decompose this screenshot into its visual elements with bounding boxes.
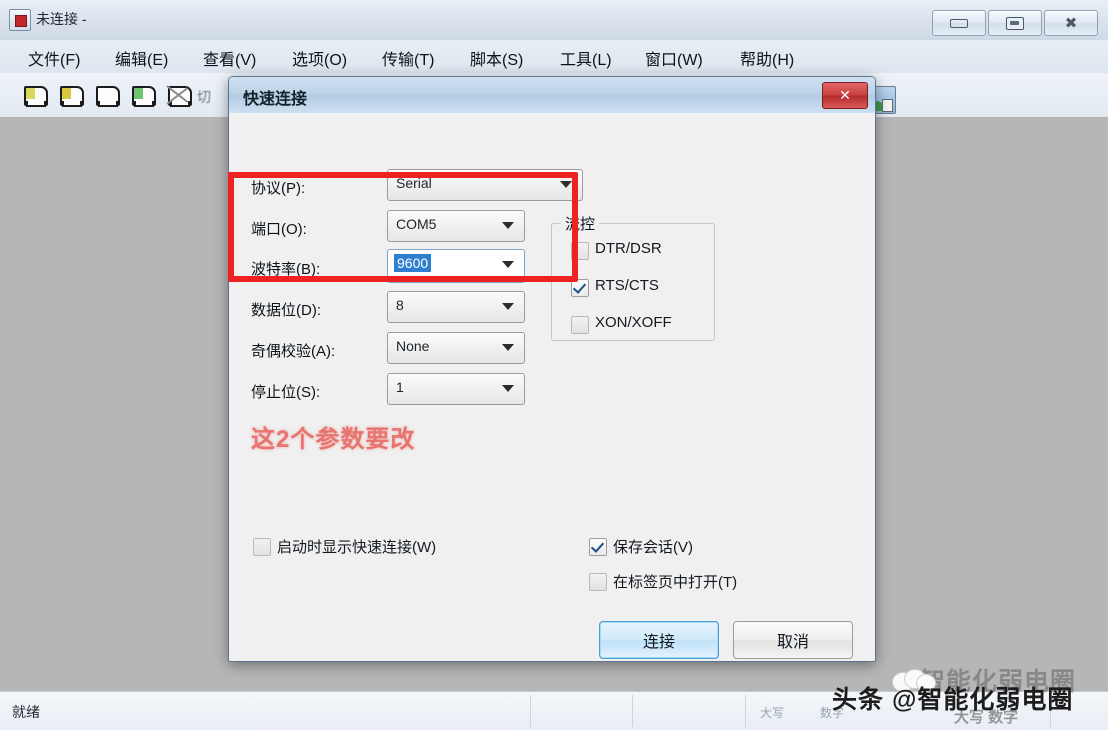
stop-bits-label: 停止位(S):: [251, 384, 321, 401]
quick-connect-icon[interactable]: [58, 83, 84, 107]
rts-cts-label: RTS/CTS: [595, 277, 659, 294]
baud-rate-value: 9600: [394, 254, 432, 272]
status-divider: [530, 695, 531, 727]
menu-item-view[interactable]: 查看(V): [203, 46, 256, 70]
menu-item-options[interactable]: 选项(O): [292, 46, 347, 70]
port-combobox[interactable]: COM5: [387, 210, 525, 242]
open-in-tab-label: 在标签页中打开(T): [613, 574, 738, 591]
port-label: 端口(O):: [251, 221, 307, 238]
baud-rate-combobox[interactable]: 9600: [387, 249, 525, 283]
menu-item-file[interactable]: 文件(F): [28, 46, 80, 70]
chevron-down-icon: [502, 303, 514, 310]
status-ready-label: 就绪: [12, 704, 40, 720]
status-divider: [632, 695, 633, 727]
baud-rate-label: 波特率(B):: [251, 261, 321, 278]
chevron-down-icon: [502, 385, 514, 392]
chevron-down-icon: [560, 181, 572, 188]
annotation-note: 这2个参数要改: [251, 426, 416, 453]
chevron-down-icon: [502, 344, 514, 351]
minimize-button[interactable]: [932, 10, 986, 36]
chevron-down-icon: [502, 261, 514, 268]
port-value: COM5: [396, 216, 437, 232]
status-divider: [1050, 695, 1051, 727]
cancel-button[interactable]: 取消: [733, 621, 853, 659]
menu-item-transfer[interactable]: 传输(T): [382, 46, 434, 70]
status-bar: 就绪 大写 数字: [0, 691, 1108, 730]
app-icon: [9, 9, 31, 31]
menu-item-window[interactable]: 窗口(W): [645, 46, 703, 70]
close-icon: ✖: [1064, 13, 1078, 32]
parity-combobox[interactable]: None: [387, 332, 525, 364]
status-cell-caps: 大写: [760, 706, 785, 720]
data-bits-label: 数据位(D):: [251, 302, 321, 319]
connect-icon[interactable]: [22, 83, 48, 107]
open-session-icon[interactable]: [94, 83, 120, 107]
toolbar-partial-label: 切: [197, 89, 211, 105]
dialog-body: 协议(P): Serial 端口(O): COM5 波特率(B): 9600 数…: [229, 113, 875, 661]
connect-button[interactable]: 连接: [599, 621, 719, 659]
window-title: 未连接 -: [36, 11, 87, 27]
disconnect-icon[interactable]: [166, 83, 192, 107]
dialog-title: 快速连接: [243, 91, 308, 108]
xon-xoff-checkbox[interactable]: [571, 316, 589, 334]
data-bits-combobox[interactable]: 8: [387, 291, 525, 323]
show-quick-connect-on-startup-label: 启动时显示快速连接(W): [277, 539, 437, 556]
parity-label: 奇偶校验(A):: [251, 343, 336, 360]
quick-connect-dialog: 快速连接 ✕ 协议(P): Serial 端口(O): COM5 波特率(B):…: [228, 76, 876, 662]
window-close-button[interactable]: ✖: [1044, 10, 1098, 36]
parity-value: None: [396, 338, 430, 354]
dtr-dsr-checkbox[interactable]: [571, 242, 589, 260]
protocol-value: Serial: [396, 175, 432, 191]
flow-control-legend: 流控: [561, 213, 600, 234]
chevron-down-icon: [502, 222, 514, 229]
status-cell-num: 数字: [820, 706, 845, 720]
maximize-button[interactable]: [988, 10, 1042, 36]
menu-bar: 文件(F) 编辑(E) 查看(V) 选项(O) 传输(T) 脚本(S) 工具(L…: [0, 40, 1108, 73]
menu-item-help[interactable]: 帮助(H): [740, 46, 794, 70]
save-session-checkbox[interactable]: [589, 538, 607, 556]
dtr-dsr-label: DTR/DSR: [595, 240, 662, 257]
save-session-label: 保存会话(V): [613, 539, 693, 556]
maximize-icon: [1006, 16, 1024, 30]
window-title-bar: 未连接 - ✖: [0, 0, 1108, 40]
status-divider: [745, 695, 746, 727]
open-in-tab-checkbox[interactable]: [589, 573, 607, 591]
xon-xoff-label: XON/XOFF: [595, 314, 672, 331]
minimize-icon: [950, 18, 968, 28]
protocol-combobox[interactable]: Serial: [387, 169, 583, 201]
reconnect-icon[interactable]: [130, 83, 156, 107]
menu-item-script[interactable]: 脚本(S): [470, 46, 523, 70]
stop-bits-combobox[interactable]: 1: [387, 373, 525, 405]
stop-bits-value: 1: [396, 379, 404, 395]
show-quick-connect-on-startup-checkbox[interactable]: [253, 538, 271, 556]
protocol-label: 协议(P):: [251, 180, 306, 197]
menu-item-tools[interactable]: 工具(L): [560, 46, 612, 70]
dialog-close-button[interactable]: ✕: [822, 82, 868, 109]
menu-item-edit[interactable]: 编辑(E): [115, 46, 168, 70]
data-bits-value: 8: [396, 297, 404, 313]
dialog-title-bar: 快速连接 ✕: [229, 77, 875, 114]
rts-cts-checkbox[interactable]: [571, 279, 589, 297]
